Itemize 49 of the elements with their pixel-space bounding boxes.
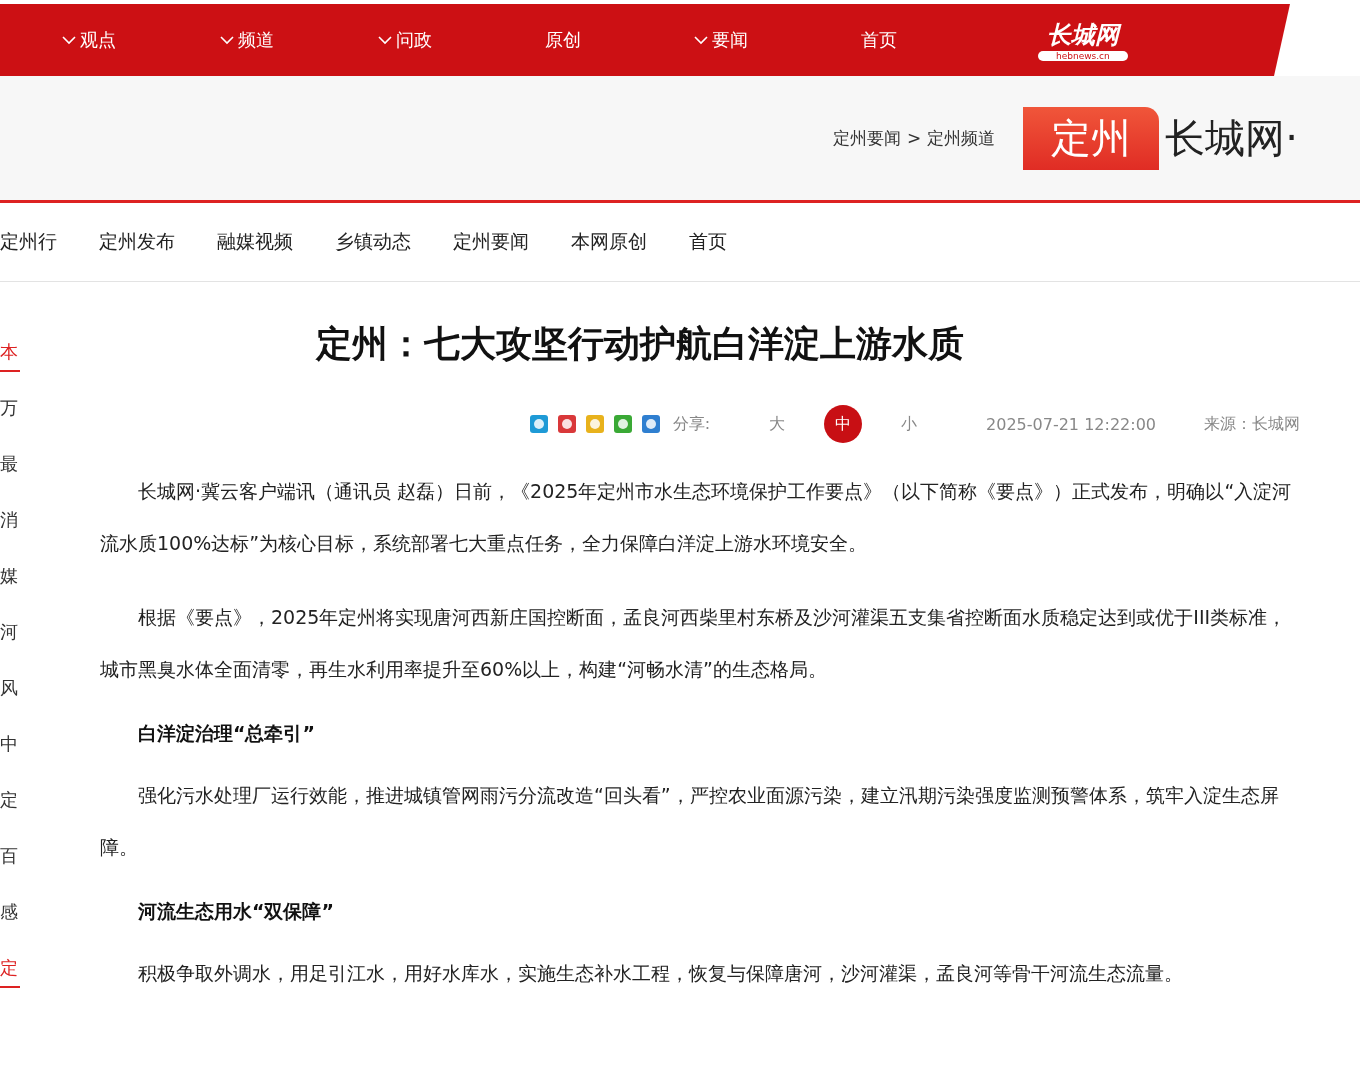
publish-time: 2025-07-21 12:22:00 [986, 414, 1156, 434]
article-paragraph: 根据《要点》，2025年定州将实现唐河西新庄国控断面，孟良河西柴里村东桥及沙河灌渠五支集省控断面水质稳定达到或优于III类标准，城市黑臭水体全面清零，再生水利用率提升至60%以上，构建“河畅水清”的生态格局。 [100, 605, 1288, 682]
source-text: 来源：长城网 [1204, 413, 1300, 435]
font-size-option[interactable]: 大 [758, 405, 797, 443]
article-paragraph: 强化污水处理厂运行效能，推进城镇管网雨污分流改造“回头看”，严控农业面源污染，建立汛期污染强度监测预警体系，筑牢入淀生态屏障。 [100, 783, 1280, 860]
channel-tab[interactable]: 定州发布 [99, 229, 175, 255]
font-size-option[interactable]: 小 [890, 405, 929, 443]
sidebar-item[interactable]: 最 [0, 446, 20, 490]
nav-link[interactable]: 原创 [484, 28, 642, 52]
breadcrumb-separator: > [907, 128, 922, 148]
nav-link[interactable]: 频道 [168, 28, 326, 52]
breadcrumb-link[interactable]: 定州频道 [927, 126, 996, 150]
article-paragraph: 长城网·冀云客户端讯（通讯员 赵磊）日前，《2025年定州市水生态环境保护工作要点》（以下简称《要点》）正式发布，明确以“入淀河流水质100%达标”为核心目标，系统部署七大重点任务，全力保障白洋淀上游水环境安全。 [100, 479, 1293, 556]
article-paragraph: 积极争取外调水，用足引江水，用好水库水，实施生态补水工程，恢复与保障唐河，沙河灌渠，孟良河等骨干河流生态流量。 [137, 961, 1184, 986]
channel-tab[interactable]: 定州要闻 [453, 229, 529, 255]
sidebar-item[interactable]: 风 [0, 670, 20, 714]
channel-badge: 定州 [1023, 106, 1160, 170]
article-title: 定州：七大攻坚行动护航白洋淀上游水质 [314, 322, 965, 366]
share-label: 分享: [672, 413, 711, 435]
sidebar-heading: 本 [0, 334, 20, 372]
channel-tab[interactable]: 定州行 [0, 229, 57, 255]
sidebar-item[interactable]: 媒 [0, 558, 20, 602]
channel-tab[interactable]: 乡镇动态 [335, 229, 411, 255]
sidebar-item[interactable]: 中 [0, 726, 20, 770]
breadcrumb-link[interactable]: 定州要闻 [833, 126, 902, 150]
channel-tab[interactable]: 首页 [689, 229, 727, 255]
site-name: 长城网· [1165, 113, 1298, 163]
nav-link[interactable]: 要闻 [642, 28, 800, 52]
sidebar-item[interactable]: 定 [0, 782, 20, 826]
share-icon[interactable] [640, 414, 661, 434]
site-logo[interactable]: 长城网 hebnews.cn [1038, 19, 1128, 61]
font-size-option[interactable]: 中 [824, 405, 863, 443]
sidebar-item[interactable]: 百 [0, 838, 20, 882]
nav-link[interactable]: 问政 [326, 28, 484, 52]
sidebar-heading: 定 [0, 950, 20, 988]
sidebar-item[interactable]: 感 [0, 894, 20, 938]
nav-link[interactable]: 首页 [800, 28, 958, 52]
share-icon[interactable] [584, 414, 605, 434]
share-icon[interactable] [612, 414, 633, 434]
share-icon[interactable] [556, 414, 577, 434]
channel-tab[interactable]: 融媒视频 [217, 229, 293, 255]
sidebar-item[interactable]: 河 [0, 614, 20, 658]
channel-tab[interactable]: 本网原创 [571, 229, 647, 255]
section-heading: 河流生态用水“双保障” [137, 899, 335, 924]
nav-link[interactable]: 观点 [10, 28, 168, 52]
sidebar-item[interactable]: 消 [0, 502, 20, 546]
section-heading: 白洋淀治理“总牵引” [137, 721, 316, 746]
sidebar-item[interactable]: 万 [0, 390, 20, 434]
share-icon[interactable] [528, 414, 549, 434]
